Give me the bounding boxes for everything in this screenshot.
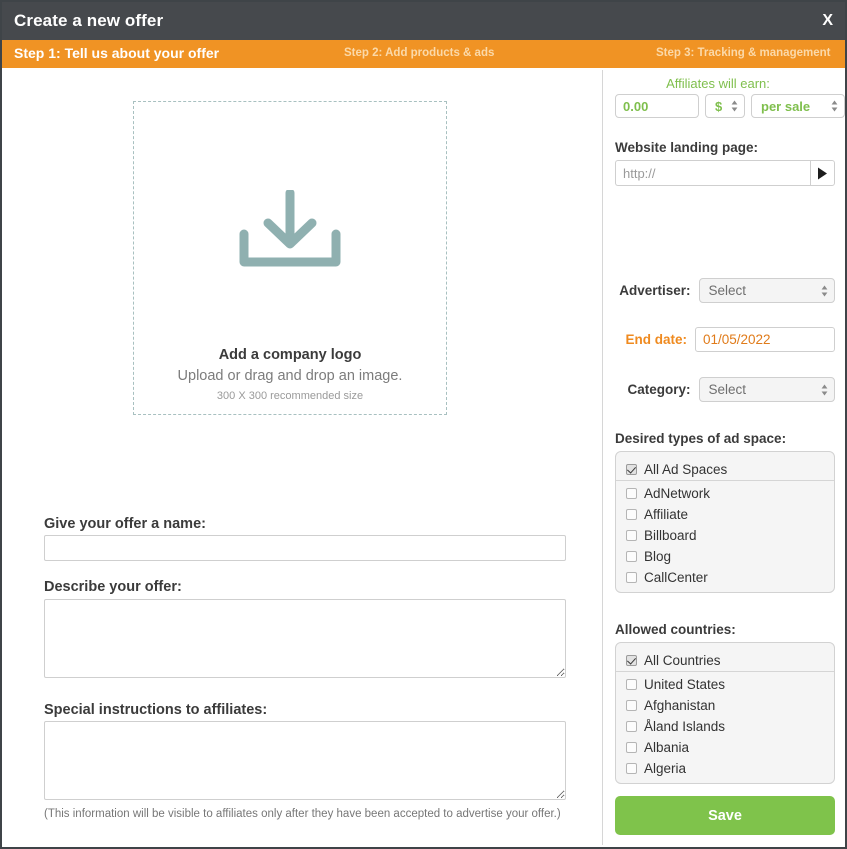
earn-currency-value: $ xyxy=(715,98,723,114)
list-item[interactable]: Afghanistan xyxy=(616,695,834,716)
save-button[interactable]: Save xyxy=(615,796,835,835)
end-date-input[interactable] xyxy=(695,327,835,352)
special-instructions-textarea[interactable] xyxy=(44,721,566,800)
dropzone-subtitle: Upload or drag and drop an image. xyxy=(177,368,403,384)
affiliates-earn-row: $ per sale xyxy=(615,94,845,118)
list-item-label: All Ad Spaces xyxy=(644,461,728,477)
checkbox-icon[interactable] xyxy=(626,700,637,711)
countries-list: All Countries United States Afghanistan Åla… xyxy=(616,643,834,779)
earn-amount-input[interactable] xyxy=(615,94,699,118)
offer-description-textarea[interactable] xyxy=(44,599,566,678)
dropzone-size-hint: 300 X 300 recommended size xyxy=(216,390,364,402)
countries-label: Allowed countries: xyxy=(615,622,736,637)
special-instructions-label: Special instructions to affiliates: xyxy=(44,702,268,718)
category-label: Category: xyxy=(627,382,691,397)
list-item[interactable]: Affiliate xyxy=(616,504,834,525)
step-3-tab[interactable]: Step 3: Tracking & management xyxy=(656,47,830,59)
earn-period-value: per sale xyxy=(761,98,811,114)
checkbox-icon[interactable] xyxy=(626,721,637,732)
chevron-updown-icon xyxy=(821,384,828,395)
ad-space-list: All Ad Spaces AdNetwork Affiliate Billboard… xyxy=(616,452,834,588)
checkbox-icon[interactable] xyxy=(626,742,637,753)
list-item[interactable]: Algeria xyxy=(616,758,834,779)
list-item-label: Blog xyxy=(644,549,672,564)
download-arrow-icon xyxy=(239,190,341,267)
offer-description-label: Describe your offer: xyxy=(44,579,182,595)
dialog-titlebar: Create a new offer X xyxy=(2,2,845,40)
list-item[interactable]: Åland Islands xyxy=(616,716,834,737)
landing-page-label: Website landing page: xyxy=(615,140,759,155)
list-item[interactable]: CallCenter xyxy=(616,567,834,588)
steps-bar: Step 1: Tell us about your offer Step 2:… xyxy=(2,40,845,68)
category-select[interactable]: Select xyxy=(698,377,835,402)
dialog-body: Add a company logo Upload or drag and dr… xyxy=(2,68,845,847)
step-2-tab[interactable]: Step 2: Add products & ads xyxy=(344,47,494,59)
list-item-label: Algeria xyxy=(644,761,687,776)
checkbox-icon[interactable] xyxy=(626,654,637,666)
list-item[interactable]: Albania xyxy=(616,737,834,758)
affiliates-earn-label: Affiliates will earn: xyxy=(666,76,770,91)
special-instructions-note: (This information will be visible to aff… xyxy=(44,808,561,820)
chevron-updown-icon xyxy=(731,100,738,112)
list-item-label: CallCenter xyxy=(644,570,708,585)
list-item-label: AdNetwork xyxy=(644,486,711,501)
left-column: Add a company logo Upload or drag and dr… xyxy=(2,68,602,847)
logo-dropzone[interactable]: Add a company logo Upload or drag and dr… xyxy=(133,101,447,415)
create-offer-dialog: Create a new offer X Step 1: Tell us abo… xyxy=(0,0,847,849)
right-column: Affiliates will earn: $ per sale xyxy=(603,68,845,847)
advertiser-label: Advertiser: xyxy=(619,283,691,298)
list-item-label: Affiliate xyxy=(644,507,689,522)
checkbox-icon[interactable] xyxy=(626,488,637,499)
play-triangle-icon xyxy=(818,167,827,179)
ad-space-listbox[interactable]: All Ad Spaces AdNetwork Affiliate Billboard… xyxy=(615,451,835,593)
countries-listbox[interactable]: All Countries United States Afghanistan Åla… xyxy=(615,642,835,784)
list-item[interactable]: All Ad Spaces xyxy=(616,458,834,481)
checkbox-icon[interactable] xyxy=(626,679,637,690)
step-1-tab[interactable]: Step 1: Tell us about your offer xyxy=(14,45,219,61)
list-item-label: Åland Islands xyxy=(644,719,726,734)
offer-name-label: Give your offer a name: xyxy=(44,516,206,532)
checkbox-icon[interactable] xyxy=(626,572,637,583)
list-item-label: Albania xyxy=(644,740,690,755)
advertiser-value: Select xyxy=(708,283,747,298)
landing-page-go-button[interactable] xyxy=(810,160,835,186)
dropzone-title: Add a company logo xyxy=(218,347,362,363)
landing-page-field xyxy=(615,160,835,186)
list-item-label: All Countries xyxy=(644,652,721,668)
chevron-updown-icon xyxy=(821,285,828,296)
earn-currency-select[interactable]: $ xyxy=(705,94,745,118)
list-item-label: Billboard xyxy=(644,528,697,543)
checkbox-icon[interactable] xyxy=(626,463,637,475)
end-date-label: End date: xyxy=(625,332,687,347)
list-item[interactable]: AdNetwork xyxy=(616,483,834,504)
category-row: Category: Select xyxy=(615,377,835,402)
list-item[interactable]: Blog xyxy=(616,546,834,567)
chevron-updown-icon xyxy=(831,100,838,112)
list-item[interactable]: All Countries xyxy=(616,649,834,672)
end-date-row: End date: xyxy=(615,327,835,352)
checkbox-icon[interactable] xyxy=(626,763,637,774)
close-icon[interactable]: X xyxy=(822,11,833,30)
checkbox-icon[interactable] xyxy=(626,509,637,520)
checkbox-icon[interactable] xyxy=(626,551,637,562)
category-value: Select xyxy=(708,382,747,397)
ad-space-label: Desired types of ad space: xyxy=(615,431,787,446)
list-item-label: United States xyxy=(644,677,726,692)
checkbox-icon[interactable] xyxy=(626,530,637,541)
list-item[interactable]: Billboard xyxy=(616,525,834,546)
earn-period-select[interactable]: per sale xyxy=(751,94,845,118)
offer-name-input[interactable] xyxy=(44,535,566,561)
advertiser-row: Advertiser: Select xyxy=(615,278,835,303)
dialog-title: Create a new offer xyxy=(14,11,164,30)
landing-page-input[interactable] xyxy=(615,160,810,186)
advertiser-select[interactable]: Select xyxy=(698,278,835,303)
list-item[interactable]: United States xyxy=(616,674,834,695)
list-item-label: Afghanistan xyxy=(644,698,716,713)
